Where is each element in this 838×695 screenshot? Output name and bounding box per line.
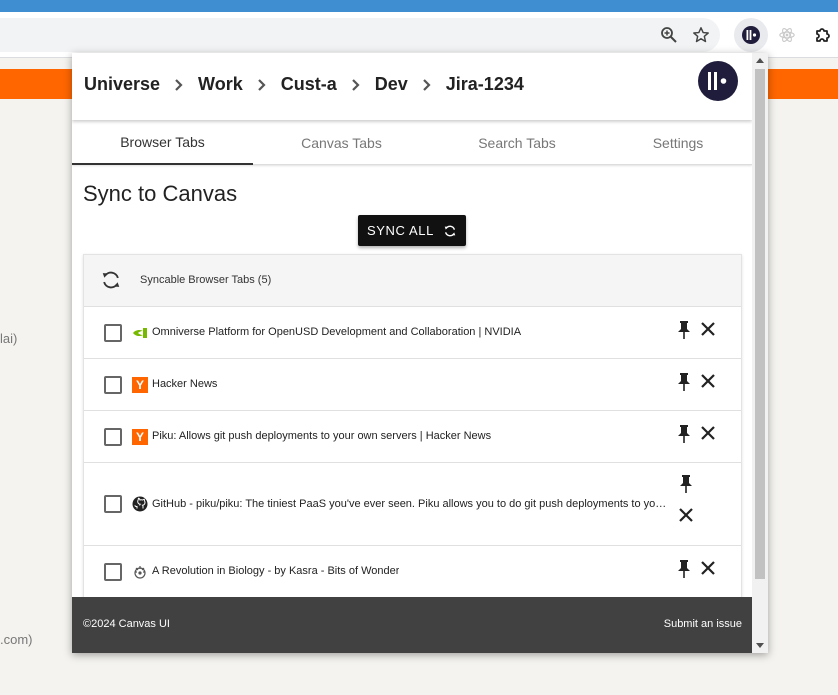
tab-browser-tabs[interactable]: Browser Tabs [72, 121, 253, 165]
copyright-text: ©2024 Canvas UI [83, 618, 170, 630]
list-item[interactable]: Omniverse Platform for OpenUSD Developme… [84, 307, 741, 359]
select-checkbox[interactable] [104, 495, 122, 513]
sync-icon[interactable] [100, 269, 122, 296]
breadcrumb-item-universe[interactable]: Universe [84, 74, 160, 95]
list-header: Syncable Browser Tabs (5) [84, 255, 741, 307]
tab-settings[interactable]: Settings [604, 121, 752, 165]
hacker-news-icon: Y [132, 377, 148, 393]
list-item[interactable]: A Revolution in Biology - by Kasra - Bit… [84, 546, 741, 598]
tab-title[interactable]: GitHub - piku/piku: The tiniest PaaS you… [152, 498, 672, 510]
tab-title[interactable]: Hacker News [152, 378, 217, 390]
breadcrumb-item-jira-1234[interactable]: Jira-1234 [446, 74, 524, 95]
list-header-label: Syncable Browser Tabs (5) [140, 274, 272, 286]
nvidia-icon [132, 325, 148, 341]
github-icon [132, 496, 148, 512]
submit-issue-link[interactable]: Submit an issue [664, 618, 742, 630]
pin-icon[interactable] [676, 558, 692, 585]
close-icon[interactable] [700, 373, 716, 394]
syncable-tabs-list: Syncable Browser Tabs (5) Omniverse Plat… [83, 254, 742, 653]
bits-of-wonder-icon [132, 564, 148, 580]
breadcrumb-bar: Universe Work Cust-a Dev Jira-1234 [72, 53, 752, 120]
tab-title[interactable]: Piku: Allows git push deployments to you… [152, 430, 491, 442]
breadcrumb-item-work[interactable]: Work [198, 74, 243, 95]
pin-icon[interactable] [676, 371, 692, 398]
hacker-news-icon: Y [132, 429, 148, 445]
scroll-up-arrow-icon[interactable] [756, 58, 764, 63]
popup-scrollbar[interactable] [752, 53, 768, 653]
extension-popup: Universe Work Cust-a Dev Jira-1234 Brows… [72, 53, 768, 653]
chevron-right-icon [174, 78, 184, 92]
react-devtools-icon[interactable] [775, 23, 799, 47]
chevron-right-icon [257, 78, 267, 92]
breadcrumb-item-dev[interactable]: Dev [375, 74, 408, 95]
list-item[interactable]: GitHub - piku/piku: The tiniest PaaS you… [84, 463, 741, 546]
breadcrumb-item-cust-a[interactable]: Cust-a [281, 74, 337, 95]
close-icon[interactable] [700, 560, 716, 581]
tab-search-tabs[interactable]: Search Tabs [430, 121, 604, 165]
list-item[interactable]: Y Hacker News [84, 359, 741, 411]
sync-all-label: SYNC ALL [367, 223, 434, 238]
browser-toolbar [0, 12, 838, 58]
pin-icon[interactable] [676, 423, 692, 450]
pin-icon[interactable] [676, 319, 692, 346]
page-title: Sync to Canvas [83, 181, 238, 206]
bookmark-star-icon[interactable] [689, 23, 713, 47]
zoom-icon[interactable] [657, 23, 681, 47]
close-icon[interactable] [700, 425, 716, 446]
breadcrumb: Universe Work Cust-a Dev Jira-1234 [84, 74, 524, 95]
pin-icon[interactable] [678, 473, 694, 500]
select-checkbox[interactable] [104, 324, 122, 342]
tab-bar: Browser Tabs Canvas Tabs Search Tabs Set… [72, 121, 752, 165]
select-checkbox[interactable] [104, 563, 122, 581]
extensions-puzzle-icon[interactable] [811, 23, 835, 47]
sync-all-button[interactable]: SYNC ALL [358, 215, 466, 246]
close-icon[interactable] [700, 321, 716, 342]
close-icon[interactable] [678, 507, 694, 528]
popup-content: Universe Work Cust-a Dev Jira-1234 Brows… [72, 53, 752, 653]
background-page-text: lai) [0, 331, 18, 346]
chevron-right-icon [422, 78, 432, 92]
select-checkbox[interactable] [104, 376, 122, 394]
chevron-right-icon [351, 78, 361, 92]
window-top-strip [0, 0, 838, 12]
canvas-extension-icon[interactable] [739, 23, 763, 47]
tab-canvas-tabs[interactable]: Canvas Tabs [253, 121, 430, 165]
scroll-down-arrow-icon[interactable] [756, 643, 764, 648]
background-page-text: .com) [0, 632, 33, 647]
tab-title[interactable]: Omniverse Platform for OpenUSD Developme… [152, 326, 521, 338]
canvas-logo-icon[interactable] [698, 61, 738, 101]
address-bar[interactable] [0, 18, 720, 52]
select-checkbox[interactable] [104, 428, 122, 446]
tab-title[interactable]: A Revolution in Biology - by Kasra - Bit… [152, 565, 399, 577]
popup-footer: ©2024 Canvas UI Submit an issue [72, 597, 752, 653]
scrollbar-thumb[interactable] [755, 69, 765, 579]
list-item[interactable]: Y Piku: Allows git push deployments to y… [84, 411, 741, 463]
sync-icon [443, 224, 457, 238]
